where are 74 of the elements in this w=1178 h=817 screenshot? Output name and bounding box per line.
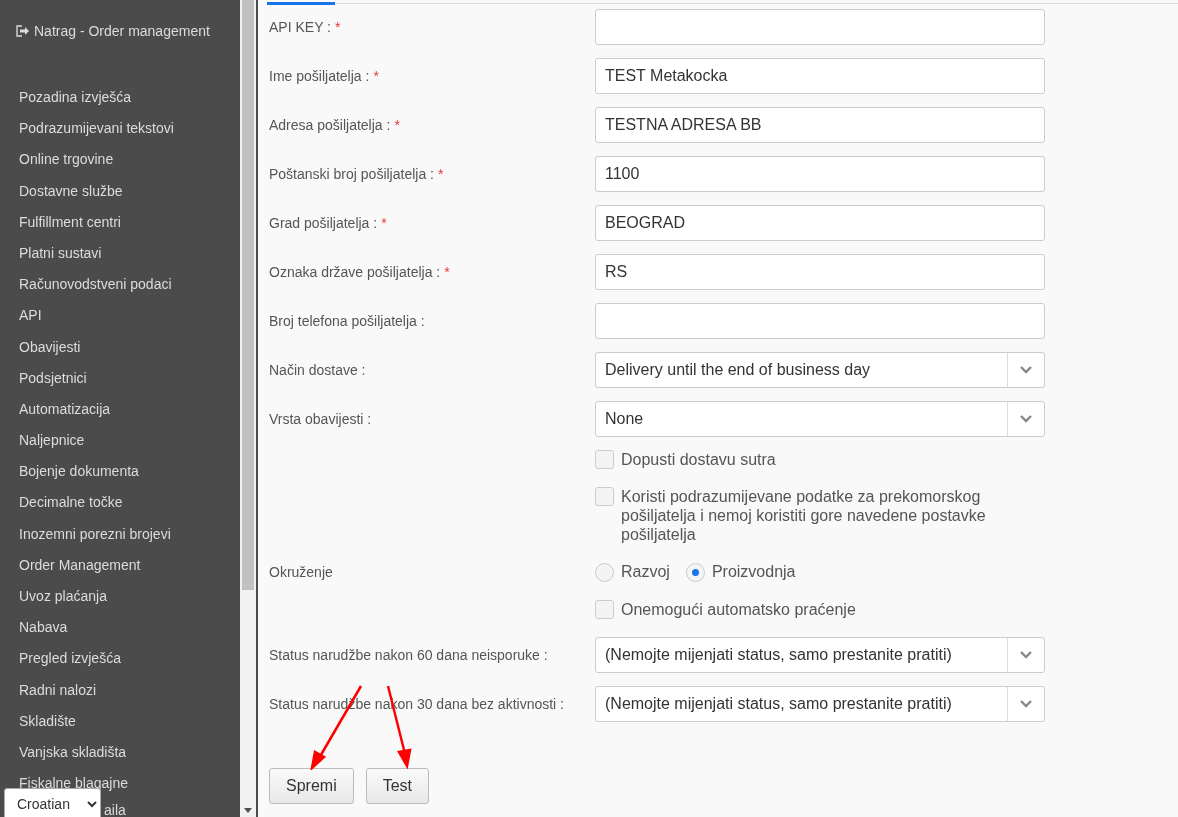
checkbox[interactable] bbox=[595, 450, 614, 469]
radio-label[interactable]: Proizvodnja bbox=[711, 560, 796, 584]
checkbox-label[interactable]: Koristi podrazumijevane podatke za prekomorskog pošiljatelja i nemoj koristiti gore navedene postavke pošiljatelja bbox=[621, 487, 1045, 544]
text-field[interactable]: RS bbox=[595, 254, 1045, 290]
sidebar-item[interactable]: Računovodstveni podaci bbox=[19, 276, 172, 293]
radio-label[interactable]: Razvoj bbox=[621, 560, 670, 584]
sidebar-item[interactable]: Platni sustavi bbox=[19, 244, 102, 261]
sidebar-item[interactable]: Pregled izvješća bbox=[19, 650, 121, 667]
select-field[interactable]: (Nemojte mijenjati status, samo prestanite pratiti) bbox=[595, 637, 1045, 673]
scroll-down-icon[interactable] bbox=[244, 808, 252, 813]
sidebar-item[interactable]: Skladište bbox=[19, 712, 76, 729]
checkbox[interactable] bbox=[595, 487, 614, 506]
required-mark: * bbox=[373, 67, 379, 84]
field-label: Grad pošiljatelja : bbox=[269, 214, 378, 231]
scrollbar-thumb[interactable] bbox=[242, 0, 254, 590]
field-label: Vrsta obavijesti : bbox=[269, 410, 372, 427]
text-field[interactable]: TESTNA ADRESA BB bbox=[595, 107, 1045, 143]
field-label: Oznaka države pošiljatelja : bbox=[269, 263, 441, 280]
sidebar-item[interactable]: Obavijesti bbox=[19, 338, 81, 355]
text-field[interactable]: BEOGRAD bbox=[595, 205, 1045, 241]
checkbox-label[interactable]: Onemogući automatsko praćenje bbox=[621, 600, 856, 619]
sidebar-item[interactable]: aila bbox=[104, 802, 126, 817]
required-mark: * bbox=[394, 116, 400, 133]
language-select[interactable]: Croatian bbox=[4, 788, 101, 817]
field-label: Broj telefona pošiljatelja : bbox=[269, 312, 425, 329]
radio-button[interactable] bbox=[685, 562, 705, 582]
radio-button[interactable] bbox=[595, 562, 614, 582]
form-button[interactable]: Spremi bbox=[269, 768, 354, 804]
checkbox-label[interactable]: Dopusti dostavu sutra bbox=[621, 450, 776, 469]
sidebar-item[interactable]: Nabava bbox=[19, 619, 68, 636]
sidebar-item[interactable]: Podsjetnici bbox=[19, 369, 87, 386]
form-button[interactable]: Test bbox=[365, 768, 430, 804]
chevron-down-icon bbox=[1020, 415, 1032, 423]
sidebar-item[interactable]: Uvoz plaćanja bbox=[19, 588, 107, 604]
sidebar-item[interactable]: Naljepnice bbox=[19, 432, 85, 449]
chevron-down-icon bbox=[1020, 700, 1032, 708]
field-label: Adresa pošiljatelja : bbox=[269, 116, 391, 133]
sidebar-item[interactable]: Radni nalozi bbox=[19, 681, 97, 698]
back-link[interactable]: Natrag - Order management bbox=[16, 21, 210, 41]
scrollbar[interactable] bbox=[240, 0, 256, 817]
sidebar-item[interactable]: Pozadina izvješća bbox=[19, 89, 132, 105]
required-mark: * bbox=[335, 18, 341, 35]
sidebar-item[interactable]: API bbox=[19, 307, 42, 324]
chevron-down-icon bbox=[1020, 366, 1032, 374]
active-tab-indicator bbox=[267, 2, 335, 5]
required-mark: * bbox=[438, 165, 444, 182]
field-label: API KEY : bbox=[269, 18, 331, 35]
field-label: Poštanski broj pošiljatelja : bbox=[269, 165, 434, 182]
text-field[interactable] bbox=[595, 303, 1045, 339]
select-field[interactable]: Delivery until the end of business day bbox=[595, 352, 1045, 388]
select-field[interactable]: None bbox=[595, 401, 1045, 437]
sidebar-item[interactable]: Bojenje dokumenta bbox=[19, 463, 139, 480]
text-field[interactable]: TEST Metakocka bbox=[595, 58, 1045, 94]
sidebar-item[interactable]: Podrazumijevani tekstovi bbox=[19, 120, 174, 137]
select-field[interactable]: (Nemojte mijenjati status, samo prestanite pratiti) bbox=[595, 686, 1045, 722]
field-label: Status narudžbe nakon 60 dana neisporuke : bbox=[269, 646, 548, 663]
checkbox[interactable] bbox=[595, 600, 614, 619]
chevron-down-icon bbox=[1020, 651, 1032, 659]
sidebar-item[interactable]: Decimalne točke bbox=[19, 494, 123, 511]
text-field[interactable] bbox=[595, 9, 1045, 45]
sidebar-item[interactable]: Order Management bbox=[19, 556, 141, 573]
sidebar-item[interactable]: Vanjska skladišta bbox=[19, 743, 127, 760]
sidebar-item[interactable]: Inozemni porezni brojevi bbox=[19, 525, 171, 542]
sidebar-item[interactable]: Fulfillment centri bbox=[19, 213, 121, 230]
field-label: Način dostave : bbox=[269, 361, 366, 378]
required-mark: * bbox=[444, 263, 450, 280]
text-field[interactable]: 1100 bbox=[595, 156, 1045, 192]
field-label: Okruženje bbox=[269, 563, 333, 580]
sidebar-item[interactable]: Online trgovine bbox=[19, 151, 114, 168]
exit-icon bbox=[16, 25, 30, 37]
required-mark: * bbox=[381, 214, 387, 231]
sidebar-item[interactable]: Dostavne službe bbox=[19, 182, 123, 199]
field-label: Ime pošiljatelja : bbox=[269, 67, 370, 84]
sidebar-item[interactable]: Automatizacija bbox=[19, 400, 111, 417]
